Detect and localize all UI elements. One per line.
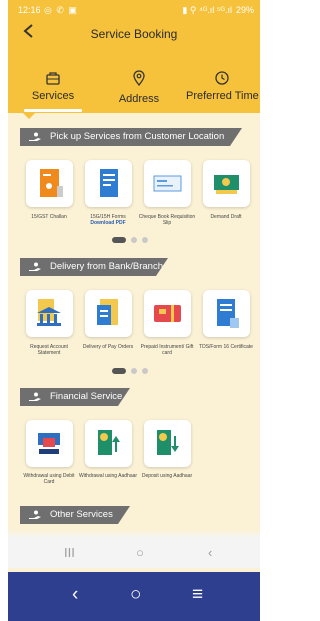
bank-icon bbox=[37, 299, 61, 326]
tab-address[interactable]: Address bbox=[102, 70, 176, 108]
service-caption: Delivery of Pay Orders bbox=[82, 344, 134, 350]
hand-service-icon bbox=[29, 132, 41, 141]
carousel-indicator bbox=[112, 368, 148, 374]
status-time: 12:16 bbox=[18, 5, 41, 15]
service-caption: TDS/Form 16 Certificate bbox=[199, 344, 253, 350]
tab-label: Address bbox=[118, 93, 160, 105]
carousel-indicator bbox=[112, 237, 148, 243]
service-card-demand-draft[interactable] bbox=[203, 160, 250, 207]
header-bar: 12:16 ◎ ✆ ▣ ▮ ⚲ ⁴ᴳ.ıl ⁵ᴳ.ıl 29% Service … bbox=[8, 0, 260, 113]
service-card-pay-orders[interactable] bbox=[85, 290, 132, 337]
system-nav-bar: III ○ ‹ bbox=[8, 538, 260, 568]
clock-icon bbox=[215, 71, 229, 85]
section-title: Delivery from Bank/Branch bbox=[20, 258, 168, 276]
download-pdf-link[interactable]: Download PDF bbox=[90, 220, 125, 226]
section-header-other: Other Services bbox=[20, 506, 245, 524]
page-title: Service Booking bbox=[90, 27, 178, 41]
service-card-15g-15h[interactable] bbox=[85, 160, 132, 207]
location-pin-icon bbox=[133, 70, 145, 86]
cheque-icon bbox=[153, 175, 182, 192]
back-nav-button[interactable]: ‹ bbox=[208, 545, 212, 560]
pay-order-icon bbox=[97, 299, 118, 325]
aadhaar-withdraw-icon bbox=[98, 430, 120, 455]
section-header-pickup: Pick up Services from Customer Location bbox=[20, 128, 245, 146]
hand-service-icon bbox=[29, 262, 41, 271]
recents-button[interactable]: III bbox=[64, 545, 75, 560]
battery-level: 29% bbox=[235, 5, 254, 15]
bottom-back-button[interactable]: ‹ bbox=[72, 584, 78, 606]
aadhaar-deposit-icon bbox=[157, 430, 179, 455]
phone-screen: 12:16 ◎ ✆ ▣ ▮ ⚲ ⁴ᴳ.ıl ⁵ᴳ.ıl 29% Service … bbox=[8, 0, 260, 621]
section-header-delivery: Delivery from Bank/Branch bbox=[20, 258, 245, 276]
signal-icons: ▮ ⚲ ⁴ᴳ.ıl ⁵ᴳ.ıl bbox=[182, 5, 232, 15]
service-caption: Withdrawal using Debit Card bbox=[23, 473, 75, 485]
active-tab-pointer bbox=[23, 113, 35, 119]
service-caption: 15/GST Challan bbox=[31, 214, 67, 220]
carousel-dot bbox=[131, 368, 137, 374]
certificate-icon bbox=[217, 299, 239, 328]
tab-preferred-time[interactable]: Preferred Time bbox=[186, 70, 259, 108]
home-button[interactable]: ○ bbox=[136, 545, 144, 560]
notification-icons: ◎ ✆ ▣ bbox=[44, 5, 78, 15]
carousel-dot bbox=[142, 368, 148, 374]
section-header-financial: Financial Service bbox=[20, 388, 245, 406]
service-card-cheque-book[interactable] bbox=[144, 160, 191, 207]
carousel-dot-active bbox=[112, 237, 126, 243]
service-card-account-statement[interactable] bbox=[26, 290, 73, 337]
tab-label: Preferred Time bbox=[186, 90, 259, 102]
service-card-gift-card[interactable] bbox=[144, 290, 191, 337]
form-document-icon bbox=[100, 169, 118, 197]
tab-label: Services bbox=[31, 90, 75, 102]
atm-card-icon bbox=[38, 433, 60, 454]
scroll-fade bbox=[8, 530, 260, 538]
bottom-nav-bar: ‹ ○ ≡ bbox=[8, 572, 260, 621]
service-card-aadhaar-deposit[interactable] bbox=[144, 420, 191, 467]
document-icon bbox=[40, 169, 63, 197]
service-caption: Deposit using Aadhaar bbox=[141, 473, 193, 479]
service-card-tds-certificate[interactable] bbox=[203, 290, 250, 337]
bottom-home-button[interactable]: ○ bbox=[130, 584, 141, 606]
service-caption: 15G/15H Forms Download PDF bbox=[78, 214, 138, 226]
bag-icon bbox=[46, 72, 60, 85]
carousel-dot bbox=[142, 237, 148, 243]
tab-services[interactable]: Services bbox=[16, 70, 90, 112]
service-caption: Cheque Book Requisition Slip bbox=[138, 214, 196, 226]
status-bar: 12:16 ◎ ✆ ▣ ▮ ⚲ ⁴ᴳ.ıl ⁵ᴳ.ıl 29% bbox=[8, 0, 260, 20]
service-caption: Request Account Statement bbox=[30, 344, 68, 356]
hand-service-icon bbox=[29, 510, 41, 519]
service-card-aadhaar-withdrawal[interactable] bbox=[85, 420, 132, 467]
status-right: ▮ ⚲ ⁴ᴳ.ıl ⁵ᴳ.ıl 29% bbox=[182, 5, 254, 16]
bottom-menu-button[interactable]: ≡ bbox=[192, 584, 203, 606]
money-icon bbox=[214, 175, 239, 194]
section-title: Pick up Services from Customer Location bbox=[20, 128, 242, 146]
carousel-dot-active bbox=[112, 368, 126, 374]
gift-card-icon bbox=[154, 305, 181, 322]
service-caption: Withdrawal using Aadhaar bbox=[78, 473, 138, 479]
hand-service-icon bbox=[29, 392, 41, 401]
service-card-debit-withdrawal[interactable] bbox=[26, 420, 73, 467]
service-card-gst-challan[interactable] bbox=[26, 160, 73, 207]
carousel-dot bbox=[131, 237, 137, 243]
service-caption: Demand Draft bbox=[210, 214, 242, 220]
service-caption: Prepaid Instrument/ Gift card bbox=[140, 344, 194, 356]
